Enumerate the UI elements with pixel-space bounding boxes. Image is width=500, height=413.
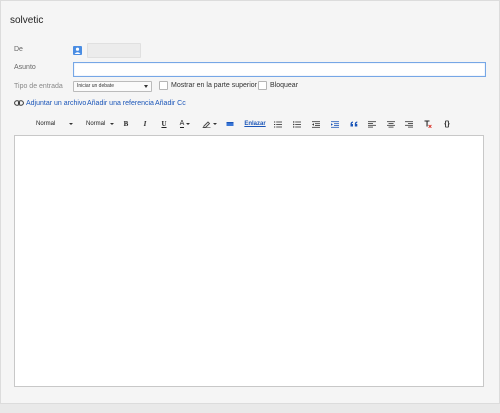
subject-input[interactable] bbox=[73, 62, 486, 77]
from-label: De bbox=[14, 46, 23, 53]
indent-more-button[interactable] bbox=[330, 117, 340, 131]
add-cc-link[interactable]: Añadir Cc bbox=[155, 100, 186, 107]
quote-icon bbox=[350, 121, 358, 127]
align-center-icon bbox=[387, 120, 395, 127]
sender-selector[interactable] bbox=[87, 43, 141, 58]
post-type-select[interactable]: Iniciar un debate bbox=[73, 81, 152, 92]
italic-button[interactable]: I bbox=[140, 117, 150, 131]
chevron-down-icon bbox=[69, 123, 74, 125]
underline-button[interactable]: U bbox=[159, 117, 169, 131]
indent-less-icon bbox=[312, 120, 320, 128]
person-icon bbox=[73, 46, 82, 55]
align-left-icon bbox=[368, 120, 376, 127]
clear-formatting-icon bbox=[424, 120, 432, 128]
bold-button[interactable]: B bbox=[121, 117, 131, 131]
bottom-bar bbox=[0, 404, 500, 413]
font-family-dropdown[interactable]: Normal bbox=[36, 117, 80, 131]
align-left-button[interactable] bbox=[367, 117, 377, 131]
text-color-icon: A bbox=[179, 120, 185, 128]
font-family-value: Normal bbox=[36, 121, 56, 127]
code-button[interactable]: {} bbox=[441, 117, 453, 131]
align-right-icon bbox=[405, 120, 413, 127]
indent-less-button[interactable] bbox=[311, 117, 321, 131]
pin-to-top-checkbox[interactable] bbox=[159, 81, 168, 90]
group-name: solvetic bbox=[10, 15, 44, 26]
image-icon bbox=[226, 122, 234, 126]
subject-label: Asunto bbox=[14, 64, 36, 71]
align-center-button[interactable] bbox=[386, 117, 396, 131]
insert-link-button[interactable]: Enlazar bbox=[242, 117, 268, 131]
highlighter-icon bbox=[202, 121, 210, 128]
quote-button[interactable] bbox=[349, 117, 359, 131]
link-icon bbox=[14, 100, 24, 106]
attach-file-link[interactable]: Adjuntar un archivo bbox=[26, 100, 86, 107]
indent-more-icon bbox=[331, 120, 339, 128]
chevron-down-icon bbox=[186, 123, 191, 125]
numbered-list-button[interactable] bbox=[273, 117, 283, 131]
align-right-button[interactable] bbox=[404, 117, 414, 131]
insert-image-button[interactable] bbox=[225, 117, 235, 131]
lock-checkbox[interactable] bbox=[258, 81, 267, 90]
chevron-down-icon bbox=[212, 123, 217, 125]
numbered-list-icon bbox=[274, 121, 282, 127]
font-size-dropdown[interactable]: Normal bbox=[86, 117, 122, 131]
lock-label: Bloquear bbox=[270, 82, 299, 89]
text-color-button[interactable]: A bbox=[176, 117, 194, 131]
clear-formatting-button[interactable] bbox=[423, 117, 433, 131]
chevron-down-icon bbox=[144, 85, 148, 88]
post-type-label: Tipo de entrada bbox=[14, 83, 63, 90]
editor-toolbar: Normal Normal B I U A Enlazar {} bbox=[14, 117, 484, 131]
chevron-down-icon bbox=[110, 123, 115, 125]
bulleted-list-icon bbox=[293, 120, 301, 128]
bulleted-list-button[interactable] bbox=[292, 117, 302, 131]
add-reference-link[interactable]: Añadir una referencia bbox=[87, 100, 154, 107]
highlight-button[interactable] bbox=[199, 117, 219, 131]
message-body-editor[interactable] bbox=[14, 135, 484, 387]
font-size-value: Normal bbox=[86, 121, 106, 127]
post-type-value: Iniciar un debate bbox=[77, 83, 114, 89]
pin-to-top-label: Mostrar en la parte superior bbox=[171, 82, 257, 89]
